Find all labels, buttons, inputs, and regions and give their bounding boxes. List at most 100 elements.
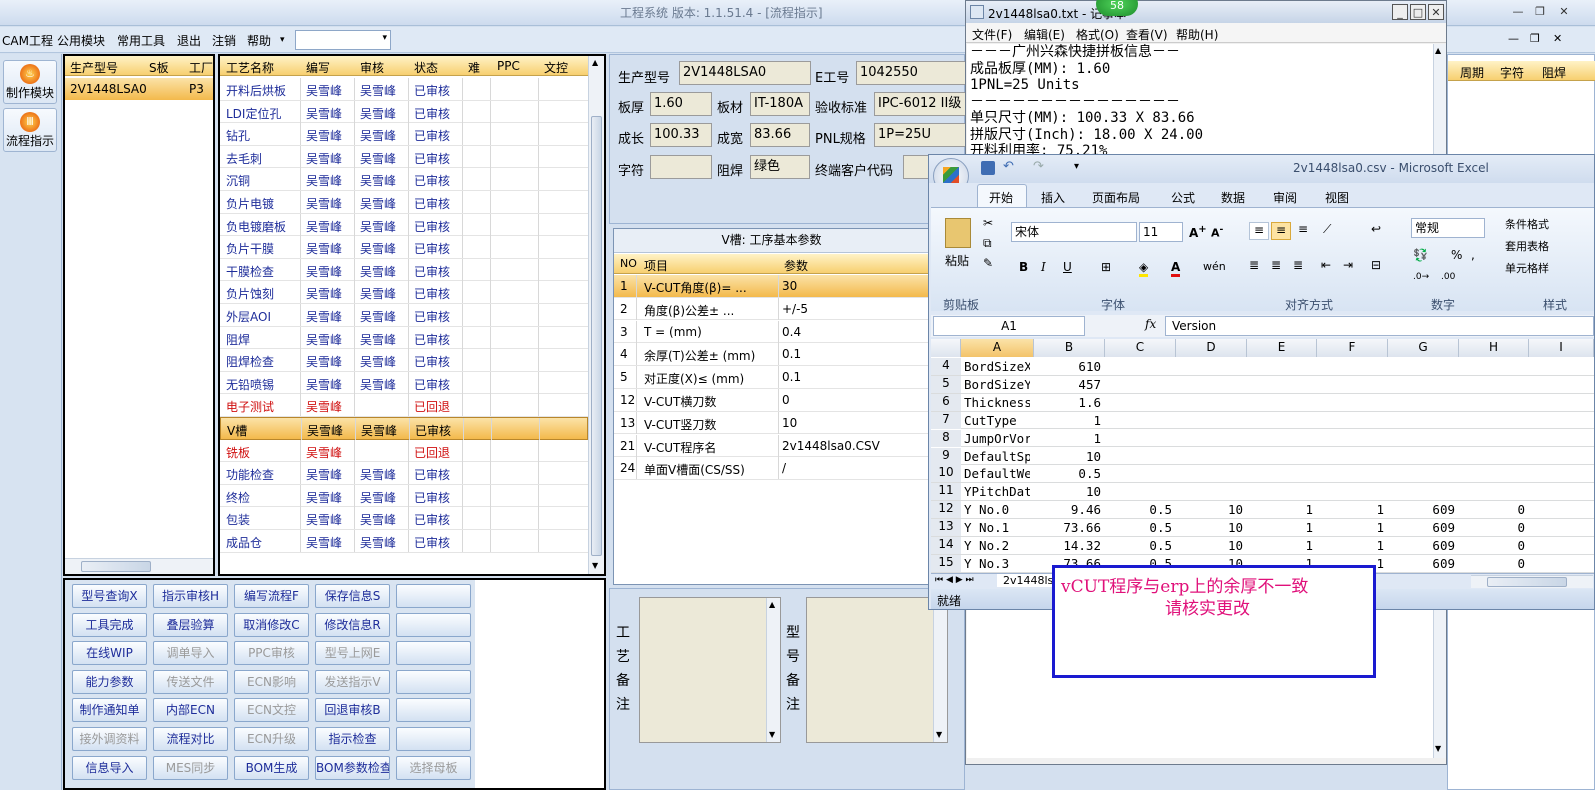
- cell-a[interactable]: YPitchDat: [964, 484, 1030, 499]
- table-row[interactable]: 负片蚀刻 吴雪峰 吴雪峰 已审核: [220, 281, 588, 304]
- scroll-down-icon[interactable]: ▼: [1435, 744, 1441, 753]
- cell-a[interactable]: Y No.1: [964, 520, 1030, 535]
- column-header-f[interactable]: F: [1317, 339, 1388, 357]
- eno-field[interactable]: 1042550: [856, 61, 966, 85]
- action-button[interactable]: 指示审核H: [153, 584, 228, 608]
- cell-d[interactable]: 10: [1179, 502, 1243, 517]
- action-button[interactable]: 工具完成: [72, 612, 147, 637]
- model-scrollbar[interactable]: ▲ ▼: [933, 598, 947, 742]
- table-row[interactable]: 沉铜 吴雪峰 吴雪峰 已审核: [220, 168, 588, 191]
- cell-b[interactable]: 1: [1037, 431, 1101, 446]
- action-button[interactable]: ECN影响: [234, 669, 309, 694]
- font-color-icon[interactable]: A: [1171, 260, 1181, 277]
- menu-format[interactable]: 格式(O): [1076, 26, 1119, 43]
- action-button[interactable]: 编写流程F: [234, 584, 309, 608]
- menu-file[interactable]: 文件(F): [972, 26, 1012, 43]
- table-row[interactable]: 无铅喷锡 吴雪峰 吴雪峰 已审核: [220, 371, 588, 395]
- col-model[interactable]: 生产型号: [70, 59, 118, 76]
- model-remark-field[interactable]: ▲ ▼: [806, 597, 948, 743]
- redo-icon[interactable]: ↷: [1033, 159, 1044, 174]
- close-icon[interactable]: ✕: [1556, 4, 1572, 20]
- scroll-up-icon[interactable]: ▲: [592, 58, 598, 67]
- scroll-up-icon[interactable]: ▲: [769, 600, 775, 609]
- scroll-down-icon[interactable]: ▼: [592, 561, 598, 570]
- column-header-i[interactable]: I: [1529, 339, 1594, 357]
- row-number[interactable]: 7: [931, 411, 961, 429]
- cell-a[interactable]: Y No.3: [964, 556, 1030, 571]
- sheet-row[interactable]: 7 CutType 1: [931, 411, 1594, 430]
- sheet-row[interactable]: 8 JumpOrVor 1: [931, 429, 1594, 448]
- phonetic-icon[interactable]: wén: [1203, 260, 1226, 273]
- tab-home[interactable]: 开始: [989, 189, 1013, 206]
- col-status[interactable]: 状态: [414, 59, 438, 76]
- row-number[interactable]: 14: [931, 537, 961, 554]
- function-icon[interactable]: fx: [1145, 317, 1156, 331]
- craft-remark-field[interactable]: ▲ ▼: [639, 597, 781, 743]
- cell-styles-button[interactable]: 单元格样: [1505, 260, 1549, 276]
- row-number[interactable]: 13: [931, 519, 961, 537]
- decrease-decimal-icon[interactable]: .00: [1441, 272, 1455, 282]
- name-box[interactable]: A1: [933, 316, 1085, 336]
- menu-combo-box[interactable]: ▾: [295, 30, 391, 50]
- mdi-minimize-icon[interactable]: —: [1508, 32, 1519, 45]
- maximize-icon[interactable]: □: [1410, 4, 1426, 20]
- cell-b[interactable]: 610: [1037, 359, 1101, 374]
- cell-a[interactable]: DefaultWe: [964, 466, 1030, 481]
- merge-cells-icon[interactable]: ⊟: [1371, 258, 1381, 272]
- scroll-down-icon[interactable]: ▼: [936, 730, 942, 739]
- align-middle-icon[interactable]: ≡: [1271, 222, 1291, 240]
- scroll-thumb[interactable]: [1487, 577, 1567, 587]
- sheet-row[interactable]: 5 BordSizeY 457: [931, 375, 1594, 394]
- cell-b[interactable]: 14.32: [1037, 538, 1101, 553]
- table-row[interactable]: 2 角度(β)公差± ... +/-5: [614, 297, 929, 321]
- cell-f[interactable]: 1: [1320, 502, 1384, 517]
- sheet-row[interactable]: 9 DefaultSp 10: [931, 447, 1594, 466]
- cell-h[interactable]: 0: [1462, 556, 1525, 571]
- currency-icon[interactable]: 💱: [1413, 248, 1428, 262]
- menu-public[interactable]: 公用模块: [57, 32, 105, 49]
- action-button[interactable]: PPC审核: [234, 641, 309, 666]
- paste-icon[interactable]: [945, 218, 971, 248]
- number-format-box[interactable]: 常规: [1411, 218, 1485, 238]
- vertical-scrollbar[interactable]: ▲ ▼: [588, 56, 604, 574]
- table-row[interactable]: 2V1448LSA0 P3: [65, 78, 213, 100]
- action-button[interactable]: 取消修改C: [234, 612, 309, 637]
- cell-a[interactable]: JumpOrVor: [964, 431, 1030, 446]
- action-button[interactable]: [396, 612, 471, 637]
- sheet-tab[interactable]: 2v1448ls: [997, 574, 1060, 587]
- menu-tools[interactable]: 常用工具: [117, 32, 165, 49]
- cell-d[interactable]: 10: [1179, 520, 1243, 535]
- action-button[interactable]: 在线WIP: [72, 641, 147, 666]
- sheet-row[interactable]: 12 Y No.0 9.46 0.5 10 1 1 609 0: [931, 501, 1594, 519]
- mdi-restore-icon[interactable]: ❐: [1530, 32, 1540, 45]
- align-center-icon[interactable]: ≣: [1271, 258, 1281, 272]
- table-row[interactable]: 21 V-CUT程序名 2v1448lsa0.CSV: [614, 434, 929, 458]
- italic-icon[interactable]: I: [1041, 260, 1046, 274]
- increase-indent-icon[interactable]: ⇥: [1343, 258, 1353, 272]
- column-header-a[interactable]: A: [961, 339, 1034, 357]
- row-number[interactable]: 6: [931, 393, 961, 411]
- action-button[interactable]: 能力参数: [72, 669, 147, 694]
- percent-icon[interactable]: %: [1451, 248, 1462, 262]
- cut-icon[interactable]: ✂: [983, 216, 993, 230]
- cell-c[interactable]: 0.5: [1108, 520, 1172, 535]
- underline-icon[interactable]: U: [1063, 260, 1072, 274]
- decrease-indent-icon[interactable]: ⇤: [1321, 258, 1331, 272]
- thickness-field[interactable]: 1.60: [650, 92, 712, 116]
- cell-h[interactable]: 0: [1462, 502, 1525, 517]
- table-row[interactable]: 铣板 吴雪峰 已回退: [220, 439, 588, 463]
- menu-help[interactable]: 帮助(H): [1176, 26, 1218, 43]
- col-writer[interactable]: 编写: [306, 59, 330, 76]
- tab-view[interactable]: 视图: [1325, 189, 1349, 206]
- table-row[interactable]: 去毛刺 吴雪峰 吴雪峰 已审核: [220, 145, 588, 169]
- pnl-field[interactable]: 1P=25U: [874, 123, 966, 147]
- action-button[interactable]: 制作通知单: [72, 698, 147, 723]
- action-button[interactable]: 指示检查: [315, 727, 390, 751]
- close-icon[interactable]: ✕: [1428, 4, 1444, 20]
- action-button[interactable]: [396, 727, 471, 751]
- increase-decimal-icon[interactable]: .0→: [1413, 272, 1429, 282]
- col-process-name[interactable]: 工艺名称: [226, 59, 274, 76]
- cell-a[interactable]: DefaultSp: [964, 449, 1030, 464]
- table-row[interactable]: 阻焊检查 吴雪峰 吴雪峰 已审核: [220, 349, 588, 372]
- sheet-row[interactable]: 14 Y No.2 14.32 0.5 10 1 1 609 0: [931, 537, 1594, 555]
